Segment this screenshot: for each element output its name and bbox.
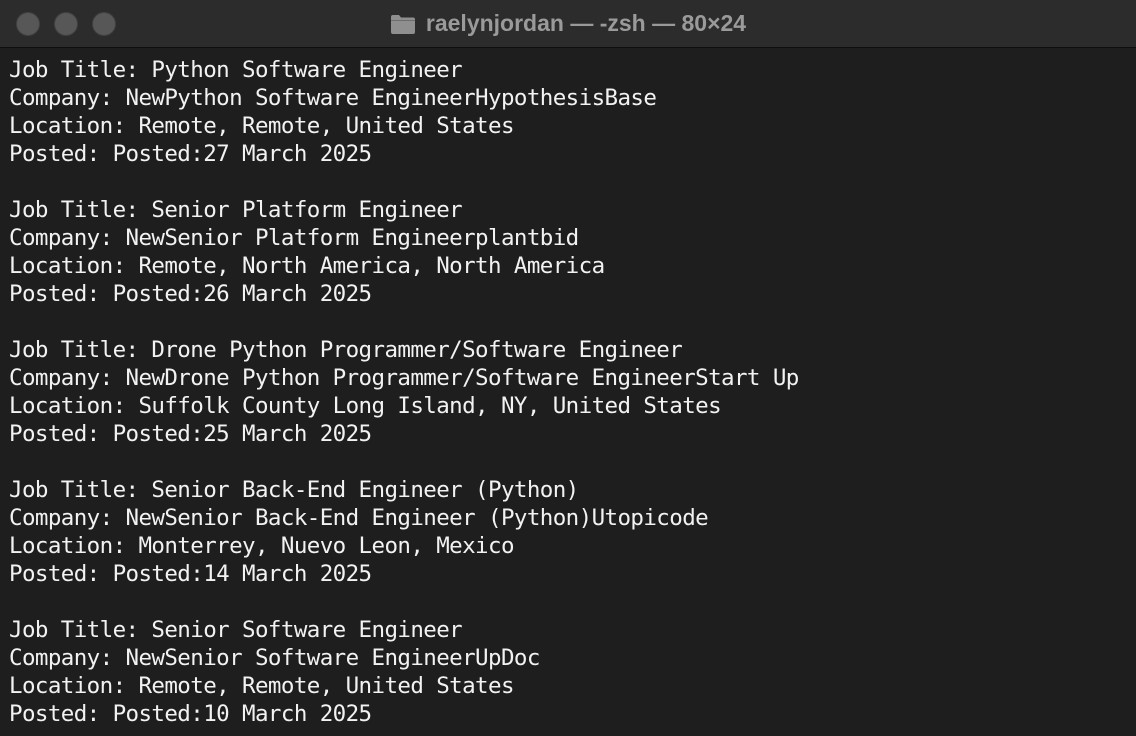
company-line: Company: NewSenior Software EngineerUpDo… xyxy=(9,645,540,671)
job-title-line: Job Title: Senior Back-End Engineer (Pyt… xyxy=(9,477,579,503)
location-line: Location: Suffolk County Long Island, NY… xyxy=(9,393,722,419)
location-line: Location: Remote, North America, North A… xyxy=(9,253,605,279)
terminal-window: raelynjordan — -zsh — 80×24 Job Title: P… xyxy=(0,0,1136,736)
location-line: Location: Monterrey, Nuevo Leon, Mexico xyxy=(9,533,515,559)
terminal-output[interactable]: Job Title: Python Software Engineer Comp… xyxy=(0,48,1136,736)
job-entry: Job Title: Python Software Engineer Comp… xyxy=(9,56,1127,168)
job-entry: Job Title: Senior Platform Engineer Comp… xyxy=(9,196,1127,308)
job-title-line: Job Title: Drone Python Programmer/Softw… xyxy=(9,337,683,363)
folder-icon xyxy=(390,13,416,35)
window-title: raelynjordan — -zsh — 80×24 xyxy=(425,10,747,36)
posted-line: Posted: Posted:25 March 2025 xyxy=(9,421,372,447)
title-bar[interactable]: raelynjordan — -zsh — 80×24 xyxy=(0,0,1136,48)
job-entry: Job Title: Drone Python Programmer/Softw… xyxy=(9,336,1127,448)
company-line: Company: NewSenior Platform Engineerplan… xyxy=(9,225,579,251)
company-line: Company: NewSenior Back-End Engineer (Py… xyxy=(9,505,709,531)
job-entry: Job Title: Senior Back-End Engineer (Pyt… xyxy=(9,476,1127,588)
posted-line: Posted: Posted:27 March 2025 xyxy=(9,141,372,167)
posted-line: Posted: Posted:10 March 2025 xyxy=(9,701,372,727)
posted-line: Posted: Posted:26 March 2025 xyxy=(9,281,372,307)
posted-line: Posted: Posted:14 March 2025 xyxy=(9,561,372,587)
job-entry: Job Title: Senior Software Engineer Comp… xyxy=(9,616,1127,728)
company-line: Company: NewPython Software EngineerHypo… xyxy=(9,85,657,111)
window-title-area: raelynjordan — -zsh — 80×24 xyxy=(0,0,1136,47)
job-title-line: Job Title: Senior Platform Engineer xyxy=(9,197,463,223)
company-line: Company: NewDrone Python Programmer/Soft… xyxy=(9,365,799,391)
job-title-line: Job Title: Python Software Engineer xyxy=(9,57,463,83)
location-line: Location: Remote, Remote, United States xyxy=(9,673,515,699)
location-line: Location: Remote, Remote, United States xyxy=(9,113,515,139)
job-title-line: Job Title: Senior Software Engineer xyxy=(9,617,463,643)
